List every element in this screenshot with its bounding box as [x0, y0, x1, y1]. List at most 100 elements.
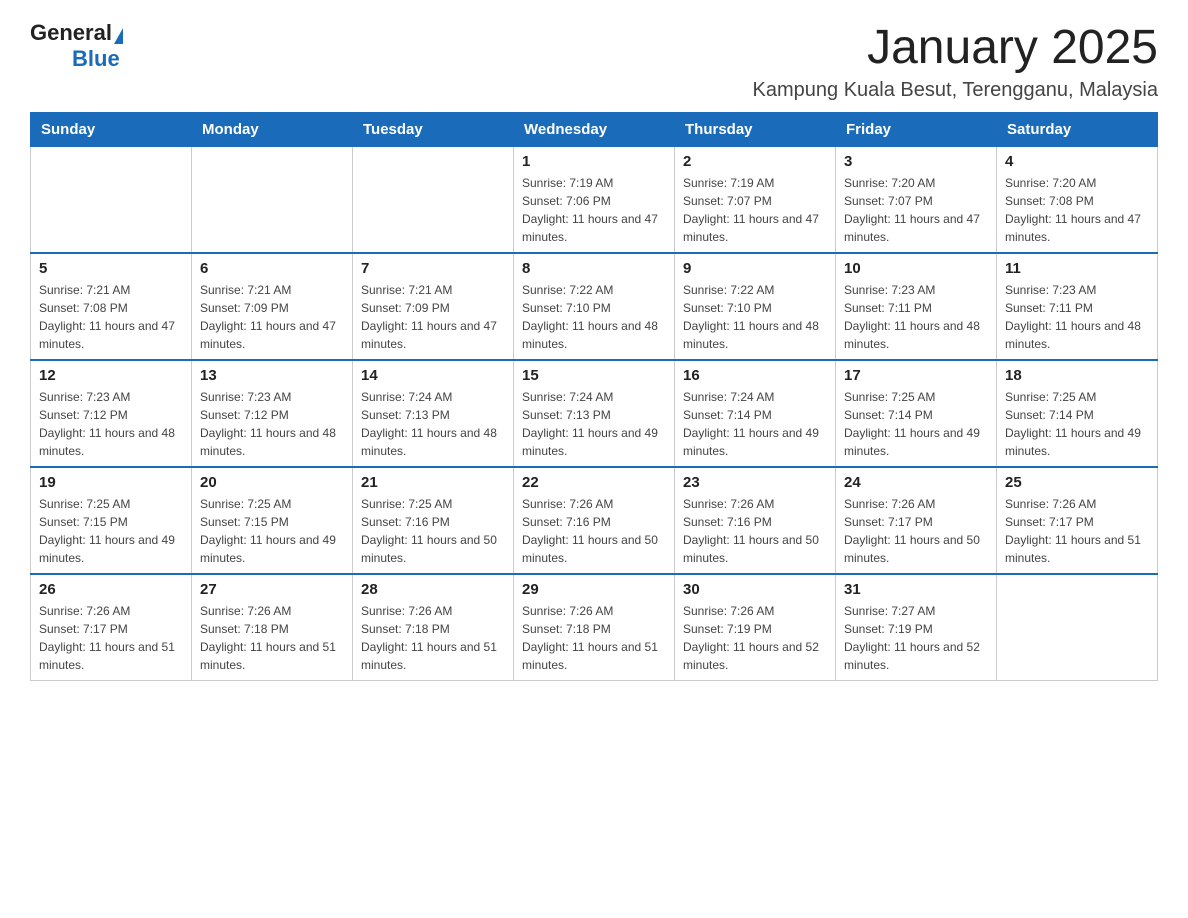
day-info: Sunrise: 7:21 AM Sunset: 7:08 PM Dayligh…	[39, 281, 183, 353]
calendar-cell: 29 Sunrise: 7:26 AM Sunset: 7:18 PM Dayli…	[514, 574, 675, 681]
calendar-cell: 22Sunrise: 7:26 AM Sunset: 7:16 PM Dayli…	[514, 467, 675, 574]
day-info: Sunrise: 7:26 AM Sunset: 7:17 PM Dayligh…	[1005, 495, 1149, 567]
day-info: Sunrise: 7:19 AM Sunset: 7:07 PM Dayligh…	[683, 174, 827, 246]
day-info: Sunrise: 7:23 AM Sunset: 7:11 PM Dayligh…	[1005, 281, 1149, 353]
day-number: 28	[361, 581, 505, 598]
calendar-week-row: 26Sunrise: 7:26 AM Sunset: 7:17 PM Dayli…	[31, 574, 1158, 681]
calendar-header-friday: Friday	[836, 113, 997, 147]
day-number: 12	[39, 367, 183, 384]
calendar-cell: 31 Sunrise: 7:27 AM Sunset: 7:19 PM Dayli…	[836, 574, 997, 681]
month-title: January 2025	[753, 20, 1158, 75]
day-number: 23	[683, 474, 827, 491]
day-info: Sunrise: 7:20 AM Sunset: 7:08 PM Dayligh…	[1005, 174, 1149, 246]
day-number: 21	[361, 474, 505, 491]
calendar-cell: 5Sunrise: 7:21 AM Sunset: 7:08 PM Daylig…	[31, 253, 192, 360]
calendar-cell: 15Sunrise: 7:24 AM Sunset: 7:13 PM Dayli…	[514, 360, 675, 467]
calendar-header-saturday: Saturday	[997, 113, 1158, 147]
calendar-cell: 4 Sunrise: 7:20 AM Sunset: 7:08 PM Daylig…	[997, 147, 1158, 254]
calendar-cell: 10 Sunrise: 7:23 AM Sunset: 7:11 PM Dayli…	[836, 253, 997, 360]
day-info: Sunrise: 7:24 AM Sunset: 7:13 PM Dayligh…	[361, 388, 505, 460]
calendar-cell: 11 Sunrise: 7:23 AM Sunset: 7:11 PM Dayli…	[997, 253, 1158, 360]
header: General Blue January 2025 Kampung Kuala …	[30, 20, 1158, 102]
day-info: Sunrise: 7:25 AM Sunset: 7:14 PM Dayligh…	[1005, 388, 1149, 460]
day-number: 6	[200, 260, 344, 277]
calendar-cell: 30 Sunrise: 7:26 AM Sunset: 7:19 PM Dayli…	[675, 574, 836, 681]
day-number: 20	[200, 474, 344, 491]
day-info: Sunrise: 7:27 AM Sunset: 7:19 PM Dayligh…	[844, 602, 988, 674]
day-number: 7	[361, 260, 505, 277]
day-number: 25	[1005, 474, 1149, 491]
calendar-cell: 19Sunrise: 7:25 AM Sunset: 7:15 PM Dayli…	[31, 467, 192, 574]
day-number: 9	[683, 260, 827, 277]
day-number: 19	[39, 474, 183, 491]
day-info: Sunrise: 7:26 AM Sunset: 7:18 PM Dayligh…	[200, 602, 344, 674]
calendar-cell: 8 Sunrise: 7:22 AM Sunset: 7:10 PM Daylig…	[514, 253, 675, 360]
day-number: 30	[683, 581, 827, 598]
calendar-cell: 2 Sunrise: 7:19 AM Sunset: 7:07 PM Daylig…	[675, 147, 836, 254]
calendar-cell: 21 Sunrise: 7:25 AM Sunset: 7:16 PM Dayli…	[353, 467, 514, 574]
calendar-cell: 14 Sunrise: 7:24 AM Sunset: 7:13 PM Dayli…	[353, 360, 514, 467]
day-info: Sunrise: 7:22 AM Sunset: 7:10 PM Dayligh…	[683, 281, 827, 353]
day-info: Sunrise: 7:26 AM Sunset: 7:18 PM Dayligh…	[522, 602, 666, 674]
calendar-header-sunday: Sunday	[31, 113, 192, 147]
calendar-cell: 27 Sunrise: 7:26 AM Sunset: 7:18 PM Dayli…	[192, 574, 353, 681]
day-number: 8	[522, 260, 666, 277]
day-number: 13	[200, 367, 344, 384]
calendar: SundayMondayTuesdayWednesdayThursdayFrid…	[30, 112, 1158, 681]
logo-text-blue: Blue	[72, 46, 120, 72]
day-number: 14	[361, 367, 505, 384]
calendar-week-row: 12 Sunrise: 7:23 AM Sunset: 7:12 PM Dayli…	[31, 360, 1158, 467]
calendar-cell: 24Sunrise: 7:26 AM Sunset: 7:17 PM Dayli…	[836, 467, 997, 574]
day-info: Sunrise: 7:24 AM Sunset: 7:13 PM Dayligh…	[522, 388, 666, 460]
day-number: 10	[844, 260, 988, 277]
day-info: Sunrise: 7:19 AM Sunset: 7:06 PM Dayligh…	[522, 174, 666, 246]
calendar-cell	[997, 574, 1158, 681]
calendar-cell: 28 Sunrise: 7:26 AM Sunset: 7:18 PM Dayli…	[353, 574, 514, 681]
day-number: 3	[844, 153, 988, 170]
day-info: Sunrise: 7:21 AM Sunset: 7:09 PM Dayligh…	[361, 281, 505, 353]
day-number: 31	[844, 581, 988, 598]
calendar-cell: 13 Sunrise: 7:23 AM Sunset: 7:12 PM Dayli…	[192, 360, 353, 467]
title-area: January 2025 Kampung Kuala Besut, Tereng…	[753, 20, 1158, 102]
calendar-cell: 3 Sunrise: 7:20 AM Sunset: 7:07 PM Daylig…	[836, 147, 997, 254]
calendar-cell: 12 Sunrise: 7:23 AM Sunset: 7:12 PM Dayli…	[31, 360, 192, 467]
calendar-week-row: 5Sunrise: 7:21 AM Sunset: 7:08 PM Daylig…	[31, 253, 1158, 360]
day-number: 29	[522, 581, 666, 598]
day-number: 1	[522, 153, 666, 170]
day-info: Sunrise: 7:22 AM Sunset: 7:10 PM Dayligh…	[522, 281, 666, 353]
day-info: Sunrise: 7:24 AM Sunset: 7:14 PM Dayligh…	[683, 388, 827, 460]
calendar-cell: 16 Sunrise: 7:24 AM Sunset: 7:14 PM Dayli…	[675, 360, 836, 467]
day-info: Sunrise: 7:23 AM Sunset: 7:12 PM Dayligh…	[200, 388, 344, 460]
calendar-cell	[353, 147, 514, 254]
day-number: 16	[683, 367, 827, 384]
day-info: Sunrise: 7:25 AM Sunset: 7:16 PM Dayligh…	[361, 495, 505, 567]
day-info: Sunrise: 7:26 AM Sunset: 7:18 PM Dayligh…	[361, 602, 505, 674]
calendar-cell: 9 Sunrise: 7:22 AM Sunset: 7:10 PM Daylig…	[675, 253, 836, 360]
calendar-cell: 1 Sunrise: 7:19 AM Sunset: 7:06 PM Daylig…	[514, 147, 675, 254]
logo-icon: General Blue	[30, 20, 123, 72]
day-info: Sunrise: 7:26 AM Sunset: 7:17 PM Dayligh…	[39, 602, 183, 674]
calendar-week-row: 1 Sunrise: 7:19 AM Sunset: 7:06 PM Daylig…	[31, 147, 1158, 254]
logo: General Blue	[30, 20, 123, 72]
day-info: Sunrise: 7:26 AM Sunset: 7:16 PM Dayligh…	[683, 495, 827, 567]
day-info: Sunrise: 7:26 AM Sunset: 7:17 PM Dayligh…	[844, 495, 988, 567]
day-number: 4	[1005, 153, 1149, 170]
calendar-cell: 18 Sunrise: 7:25 AM Sunset: 7:14 PM Dayli…	[997, 360, 1158, 467]
day-number: 22	[522, 474, 666, 491]
day-info: Sunrise: 7:26 AM Sunset: 7:19 PM Dayligh…	[683, 602, 827, 674]
calendar-cell	[31, 147, 192, 254]
day-info: Sunrise: 7:23 AM Sunset: 7:11 PM Dayligh…	[844, 281, 988, 353]
calendar-header-thursday: Thursday	[675, 113, 836, 147]
day-number: 17	[844, 367, 988, 384]
day-info: Sunrise: 7:23 AM Sunset: 7:12 PM Dayligh…	[39, 388, 183, 460]
calendar-cell: 17Sunrise: 7:25 AM Sunset: 7:14 PM Dayli…	[836, 360, 997, 467]
logo-text-general: General	[30, 20, 112, 46]
calendar-cell: 20Sunrise: 7:25 AM Sunset: 7:15 PM Dayli…	[192, 467, 353, 574]
day-number: 27	[200, 581, 344, 598]
location-title: Kampung Kuala Besut, Terengganu, Malaysi…	[753, 79, 1158, 102]
day-number: 11	[1005, 260, 1149, 277]
day-number: 2	[683, 153, 827, 170]
calendar-week-row: 19Sunrise: 7:25 AM Sunset: 7:15 PM Dayli…	[31, 467, 1158, 574]
day-number: 18	[1005, 367, 1149, 384]
day-info: Sunrise: 7:20 AM Sunset: 7:07 PM Dayligh…	[844, 174, 988, 246]
